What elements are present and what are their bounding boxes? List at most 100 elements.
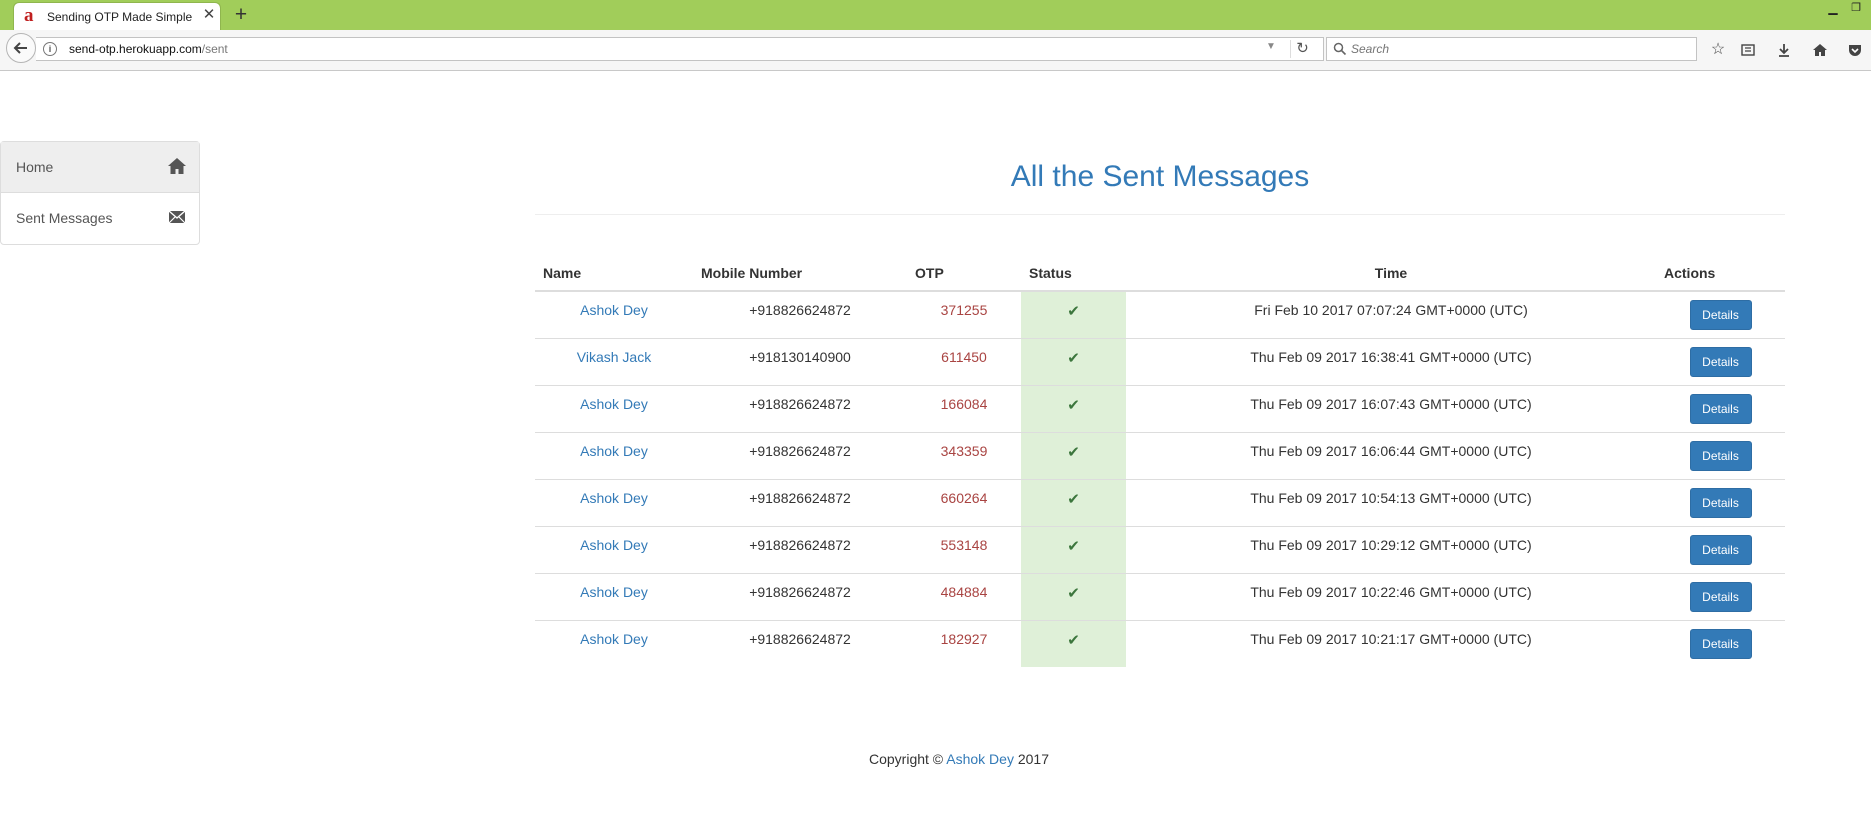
sent-time: Thu Feb 09 2017 16:38:41 GMT+0000 (UTC)	[1126, 337, 1656, 385]
status-cell: ✔	[1021, 291, 1126, 338]
checkmark-icon: ✔	[1067, 631, 1080, 649]
checkmark-icon: ✔	[1067, 349, 1080, 367]
status-cell: ✔	[1021, 431, 1126, 479]
status-cell: ✔	[1021, 384, 1126, 432]
search-bar[interactable]	[1326, 37, 1697, 61]
minimize-icon[interactable]: ▁	[1826, 1, 1840, 15]
otp-value: 343359	[907, 431, 1021, 479]
site-favicon-icon: a	[24, 5, 34, 26]
table-row: Vikash Jack +918130140900 611450 ✔ Thu F…	[535, 337, 1785, 385]
url-text[interactable]: send-otp.herokuapp.com/sent	[69, 42, 228, 56]
table-row: Ashok Dey +918826624872 343359 ✔ Thu Feb…	[535, 431, 1785, 479]
main-content: All the Sent Messages Name Mobile Number…	[535, 140, 1785, 667]
search-input[interactable]	[1351, 40, 1681, 58]
sent-time: Thu Feb 09 2017 10:54:13 GMT+0000 (UTC)	[1126, 478, 1656, 526]
details-button[interactable]: Details	[1689, 581, 1752, 612]
sent-time: Thu Feb 09 2017 10:29:12 GMT+0000 (UTC)	[1126, 525, 1656, 573]
table-row: Ashok Dey +918826624872 371255 ✔ Fri Feb…	[535, 291, 1785, 338]
details-button[interactable]: Details	[1689, 300, 1752, 330]
mobile-number: +918826624872	[693, 478, 907, 526]
back-arrow-icon	[13, 42, 27, 54]
recipient-name-link[interactable]: Ashok Dey	[535, 478, 693, 526]
actions-cell: Details	[1656, 431, 1785, 479]
details-button[interactable]: Details	[1689, 393, 1752, 424]
browser-navigation-bar: i send-otp.herokuapp.com/sent ▼ ↻ ☆	[0, 30, 1871, 71]
home-icon	[168, 158, 186, 174]
tab-close-icon[interactable]: ✕	[201, 6, 217, 24]
mobile-number: +918826624872	[693, 619, 907, 667]
back-button[interactable]	[6, 33, 36, 63]
details-button[interactable]: Details	[1689, 346, 1752, 377]
sent-time: Thu Feb 09 2017 16:06:44 GMT+0000 (UTC)	[1126, 431, 1656, 479]
actions-cell: Details	[1656, 525, 1785, 573]
actions-cell: Details	[1656, 291, 1785, 338]
reading-list-icon[interactable]	[1737, 39, 1759, 61]
sidebar-nav: Home Sent Messages	[0, 141, 200, 245]
sidebar-item-home[interactable]: Home	[1, 142, 199, 193]
checkmark-icon: ✔	[1067, 584, 1080, 602]
sent-time: Thu Feb 09 2017 16:07:43 GMT+0000 (UTC)	[1126, 384, 1656, 432]
restore-window-icon[interactable]: ❐	[1849, 1, 1863, 15]
details-button[interactable]: Details	[1689, 534, 1752, 565]
page-title: All the Sent Messages	[1010, 160, 1310, 193]
checkmark-icon: ✔	[1067, 303, 1080, 320]
details-button[interactable]: Details	[1689, 487, 1752, 518]
browser-tab[interactable]: a Sending OTP Made Simple ✕	[13, 2, 221, 30]
recipient-name-link[interactable]: Ashok Dey	[535, 384, 693, 432]
column-header-otp: OTP	[907, 255, 1021, 292]
recipient-name-link[interactable]: Ashok Dey	[535, 291, 693, 338]
recipient-name-link[interactable]: Vikash Jack	[535, 337, 693, 385]
actions-cell: Details	[1656, 619, 1785, 667]
sent-messages-table: Name Mobile Number OTP Status Time Actio…	[535, 255, 1785, 667]
otp-value: 660264	[907, 478, 1021, 526]
column-header-time: Time	[1126, 255, 1656, 292]
recipient-name-link[interactable]: Ashok Dey	[535, 525, 693, 573]
search-icon	[1333, 42, 1347, 56]
url-dropdown-icon[interactable]: ▼	[1264, 41, 1278, 57]
home-toolbar-icon[interactable]	[1809, 39, 1831, 61]
envelope-icon	[168, 210, 186, 224]
mobile-number: +918826624872	[749, 302, 851, 318]
details-button[interactable]: Details	[1689, 440, 1752, 471]
actions-cell: Details	[1656, 478, 1785, 526]
status-cell: ✔	[1021, 337, 1126, 385]
status-cell: ✔	[1021, 525, 1126, 573]
sent-time: Fri Feb 10 2017 07:07:24 GMT+0000 (UTC)	[1254, 302, 1528, 318]
checkmark-icon: ✔	[1067, 537, 1080, 555]
pocket-icon[interactable]	[1844, 39, 1866, 61]
checkmark-icon: ✔	[1067, 396, 1080, 414]
table-row: Ashok Dey +918826624872 182927 ✔ Thu Feb…	[535, 619, 1785, 667]
actions-cell: Details	[1656, 337, 1785, 385]
recipient-name-link[interactable]: Ashok Dey	[535, 431, 693, 479]
address-bar[interactable]: i send-otp.herokuapp.com/sent ▼ ↻	[36, 37, 1324, 61]
table-row: Ashok Dey +918826624872 166084 ✔ Thu Feb…	[535, 384, 1785, 432]
otp-value: 182927	[907, 619, 1021, 667]
site-info-icon[interactable]: i	[43, 42, 57, 56]
otp-value: 553148	[907, 525, 1021, 573]
status-cell: ✔	[1021, 478, 1126, 526]
status-cell: ✔	[1021, 619, 1126, 667]
browser-tab-strip: a Sending OTP Made Simple ✕ + ▁ ❐	[0, 0, 1871, 30]
table-row: Ashok Dey +918826624872 553148 ✔ Thu Feb…	[535, 525, 1785, 573]
download-icon[interactable]	[1773, 39, 1795, 61]
sidebar-item-label: Home	[16, 159, 54, 175]
otp-value: 484884	[907, 572, 1021, 620]
checkmark-icon: ✔	[1067, 490, 1080, 508]
mobile-number: +918826624872	[693, 525, 907, 573]
recipient-name-link[interactable]: Ashok Dey	[535, 572, 693, 620]
actions-cell: Details	[1656, 572, 1785, 620]
mobile-number: +918826624872	[693, 572, 907, 620]
table-row: Ashok Dey +918826624872 484884 ✔ Thu Feb…	[535, 572, 1785, 620]
status-cell: ✔	[1021, 572, 1126, 620]
mobile-number: +918826624872	[693, 431, 907, 479]
table-header-row: Name Mobile Number OTP Status Time Actio…	[535, 255, 1785, 292]
details-button[interactable]: Details	[1689, 628, 1752, 659]
new-tab-button[interactable]: +	[230, 4, 252, 26]
reload-icon[interactable]: ↻	[1290, 40, 1314, 58]
author-link[interactable]: Ashok Dey	[946, 751, 1014, 767]
checkmark-icon: ✔	[1067, 443, 1080, 461]
bookmark-star-icon[interactable]: ☆	[1707, 39, 1729, 61]
copyright-year: 2017	[1017, 751, 1049, 767]
recipient-name-link[interactable]: Ashok Dey	[535, 619, 693, 667]
sidebar-item-sent-messages[interactable]: Sent Messages	[1, 193, 199, 244]
